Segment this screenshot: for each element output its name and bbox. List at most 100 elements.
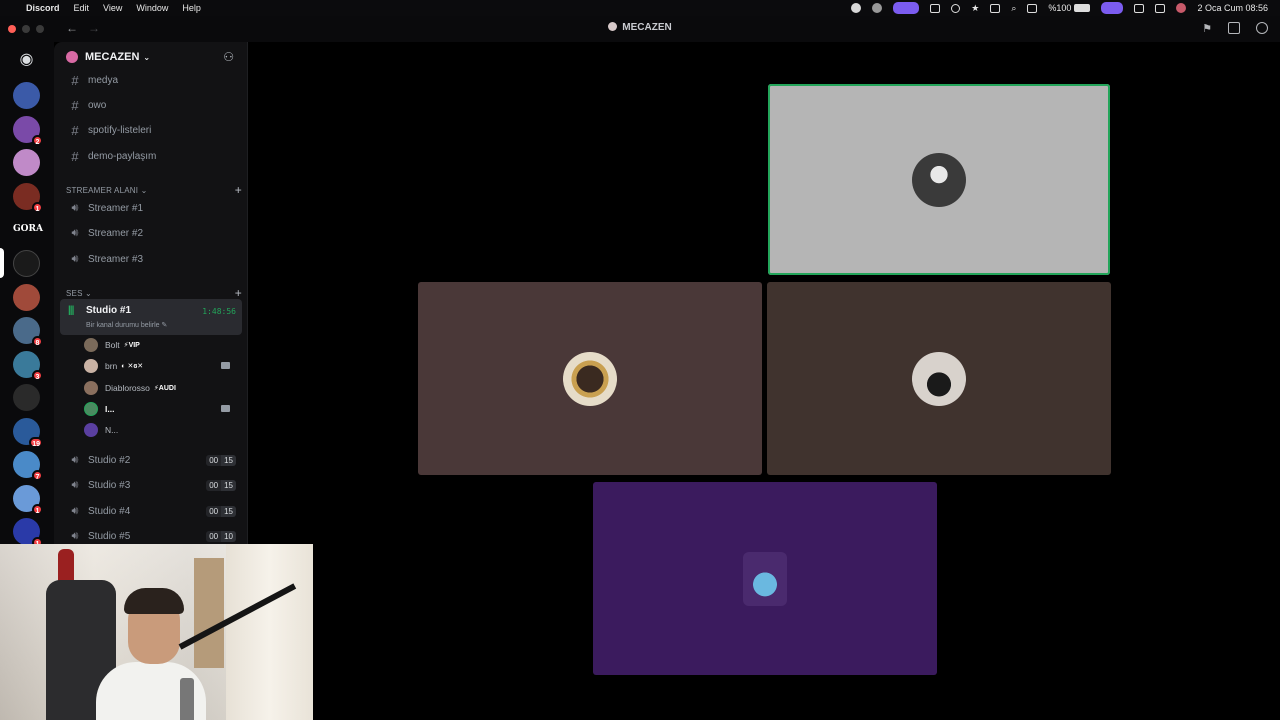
voice-channel-studio-3[interactable]: 🔊︎ Studio #3 00 15 <box>62 474 242 496</box>
video-tile[interactable] <box>767 282 1111 475</box>
avatar <box>84 402 98 416</box>
notification-badge: 2 <box>32 135 43 146</box>
text-channel-demo[interactable]: # demo-paylaşım <box>62 145 242 167</box>
voice-channel-studio-1[interactable]: ||| Studio #1 1:48:56 Bir kanal durumu b… <box>60 299 242 335</box>
voice-member[interactable]: Bolt ⚡VIP <box>84 336 234 354</box>
titlebar-actions: ⚑ <box>1202 22 1268 35</box>
member-name: N... <box>105 425 119 435</box>
server-icon-11[interactable]: 7 <box>13 451 43 481</box>
grid-icon[interactable] <box>930 3 941 13</box>
server-icon-6[interactable] <box>13 284 40 311</box>
menu-app[interactable]: Discord <box>26 3 60 13</box>
member-name: brn <box>105 361 118 371</box>
text-channel-spotify[interactable]: # spotify-listeleri <box>62 119 242 141</box>
siri-icon[interactable] <box>1176 3 1187 13</box>
channel-label: Streamer #1 <box>88 202 144 214</box>
member-tag: ⚡AUDI <box>153 385 176 392</box>
text-channel-medya[interactable]: # medya <box>62 69 242 91</box>
voice-member[interactable]: Diablorosso ⚡AUDI <box>84 379 234 397</box>
control-center-icon[interactable] <box>1155 3 1166 13</box>
play-icon[interactable] <box>951 3 961 13</box>
user-count: 00 <box>206 530 222 542</box>
status-extension-icon[interactable] <box>872 3 883 13</box>
category-ses[interactable]: SES ⌄ + <box>66 286 242 300</box>
webcam-overlay <box>0 544 313 720</box>
notification-badge: 7 <box>32 470 43 481</box>
invite-people-icon[interactable]: ⚇ <box>223 50 234 64</box>
voice-member[interactable]: N... <box>84 421 234 439</box>
inbox-icon[interactable]: ⚑ <box>1202 22 1212 35</box>
user-count: 00 <box>206 479 222 491</box>
display-icon[interactable] <box>1101 2 1124 14</box>
create-channel-icon[interactable]: + <box>235 183 242 197</box>
menu-edit[interactable]: Edit <box>74 3 90 13</box>
screen-record-icon[interactable] <box>893 2 920 14</box>
server-icon-2[interactable]: 2 <box>13 116 43 146</box>
server-icon-13[interactable]: 1 <box>13 518 43 548</box>
notification-badge: 8 <box>32 336 43 347</box>
voice-member[interactable]: brn ◐ ✕ɞ✕ <box>84 357 234 375</box>
voice-member[interactable]: l... <box>84 400 234 418</box>
webcam-curtain <box>226 544 313 720</box>
server-icon-8[interactable]: 3 <box>13 351 43 381</box>
notification-badge: 1 <box>32 202 43 213</box>
avatar <box>912 351 966 406</box>
server-icon-9[interactable] <box>13 384 40 411</box>
menu-help[interactable]: Help <box>182 3 201 13</box>
battery-indicator[interactable]: %100 <box>1048 3 1091 13</box>
member-name: Bolt <box>105 340 120 350</box>
server-icon-4[interactable]: 1 <box>13 183 43 213</box>
server-icon-10[interactable]: 19 <box>13 418 43 448</box>
hash-icon: # <box>71 148 79 164</box>
clock[interactable]: 2 Oca Cum 08:56 <box>1197 3 1268 13</box>
camera-icon <box>221 362 230 369</box>
macos-menubar: Discord Edit View Window Help ★ ⌕ %100 2… <box>0 0 1280 16</box>
server-icon-3[interactable] <box>13 149 40 176</box>
search-icon[interactable]: ⌕ <box>1011 3 1016 14</box>
server-header[interactable]: MECAZEN ⌄ ⚇ <box>54 42 248 72</box>
channel-status-input[interactable]: Bir kanal durumu belirle ✎ <box>86 321 167 329</box>
voice-channel-streamer-3[interactable]: 🔊︎ Streamer #3 <box>62 248 242 270</box>
channel-label: demo-paylaşım <box>88 150 157 162</box>
star-icon[interactable]: ★ <box>971 3 979 14</box>
avatar <box>563 351 617 406</box>
help-icon[interactable] <box>1256 22 1268 34</box>
category-streamer-alani[interactable]: STREAMER ALANI ⌄ + <box>66 183 242 197</box>
control-icon[interactable] <box>1027 3 1038 13</box>
channel-label: Streamer #2 <box>88 227 144 239</box>
voice-activity-icon: ||| <box>68 305 74 316</box>
server-icon-gora[interactable]: GORA <box>13 216 43 243</box>
video-tile[interactable] <box>418 282 762 475</box>
text-channel-owo[interactable]: # owo <box>62 94 242 116</box>
voice-channel-streamer-2[interactable]: 🔊︎ Streamer #2 <box>62 222 242 244</box>
keyboard-icon[interactable] <box>990 3 1001 13</box>
screen-share-icon[interactable] <box>1228 22 1240 34</box>
wifi-icon[interactable] <box>1134 3 1145 13</box>
server-icon-12[interactable]: 1 <box>13 485 43 515</box>
video-tile-speaking[interactable] <box>768 84 1110 275</box>
discord-home-icon[interactable]: ◉ <box>13 46 40 73</box>
voice-channel-studio-4[interactable]: 🔊︎ Studio #4 00 15 <box>62 500 242 522</box>
battery-percent: %100 <box>1048 3 1072 13</box>
avatar <box>84 381 98 395</box>
channel-label: Streamer #3 <box>88 253 144 265</box>
avatar <box>84 423 98 437</box>
user-limit: 15 <box>221 505 236 517</box>
user-limit: 15 <box>221 479 236 491</box>
channel-label: Studio #2 <box>88 454 131 466</box>
create-channel-icon[interactable]: + <box>235 286 242 300</box>
server-icon-1[interactable] <box>13 82 40 109</box>
channel-label: Studio #4 <box>88 505 131 517</box>
menu-window[interactable]: Window <box>136 3 168 13</box>
server-icon-7[interactable]: 8 <box>13 317 43 347</box>
webcam-microphone <box>180 678 194 720</box>
speaker-icon: 🔊︎ <box>71 453 79 466</box>
voice-channel-studio-2[interactable]: 🔊︎ Studio #2 00 15 <box>62 449 242 471</box>
voice-channel-streamer-1[interactable]: 🔊︎ Streamer #1 <box>62 197 242 219</box>
status-circle-icon[interactable] <box>851 3 862 13</box>
server-icon-mecazen[interactable] <box>13 250 40 277</box>
menu-view[interactable]: View <box>103 3 122 13</box>
video-tile[interactable] <box>593 482 937 675</box>
channel-label: spotify-listeleri <box>88 124 152 136</box>
window-title-text: MECAZEN <box>622 22 672 33</box>
